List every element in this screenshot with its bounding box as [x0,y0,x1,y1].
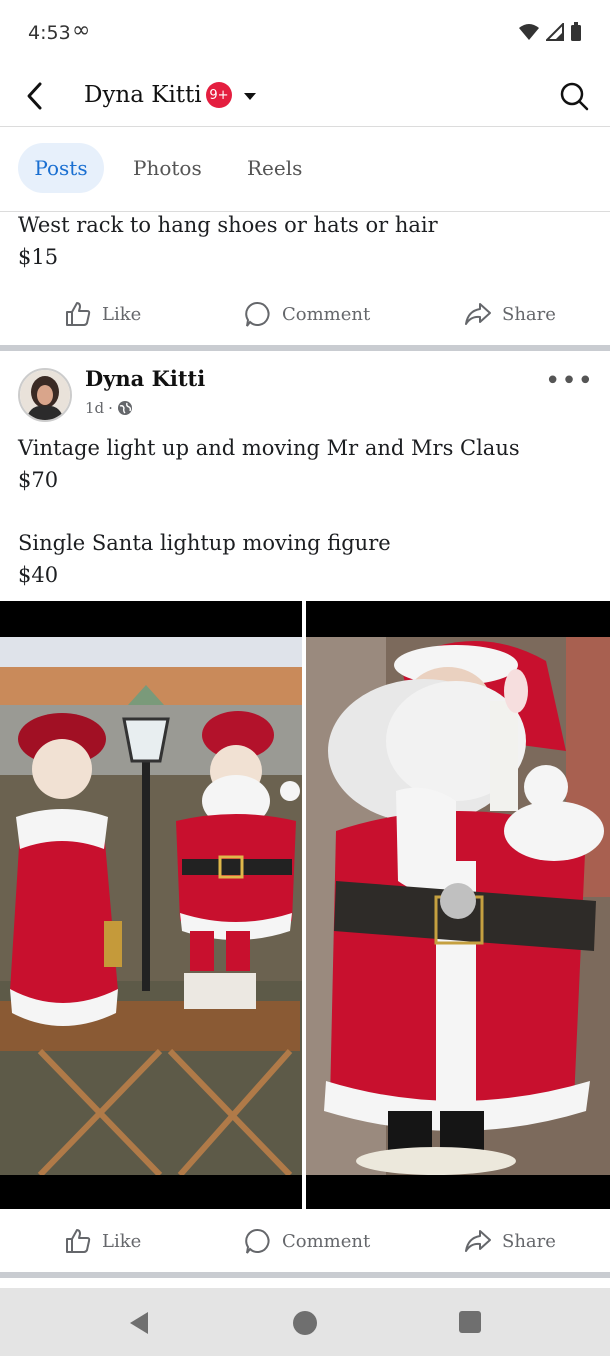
post1-share-button[interactable]: Share [464,284,556,344]
search-icon[interactable] [558,80,590,112]
like-label: Like [102,1230,142,1252]
globe-icon [117,401,132,415]
wifi-icon [519,24,539,40]
share-icon [465,1230,491,1252]
post2-like-button[interactable]: Like [64,1211,141,1271]
share-icon [465,303,491,325]
more-icon[interactable]: ••• [545,366,594,396]
status-icons [518,22,582,42]
comment-label: Comment [282,303,371,325]
post2-price2: $40 [18,563,59,587]
post-photo-single-santa[interactable] [306,601,610,1209]
notification-badge: 9+ [206,82,232,108]
battery-icon [571,22,581,41]
post2-comment-button[interactable]: Comment [244,1211,370,1271]
post1-actions: Like Comment Share [0,284,610,344]
share-label: Share [502,303,556,325]
page-title[interactable]: Dyna Kitti [84,82,202,108]
signal-icon [546,23,564,41]
meta-separator: · [108,399,113,417]
like-icon [66,1229,91,1253]
back-arrow-icon[interactable] [20,80,52,112]
post-photo-claus-couple[interactable] [0,601,302,1209]
post-divider [0,345,610,351]
share-label: Share [502,1230,556,1252]
post1-comment-button[interactable]: Comment [244,284,370,344]
profile-tabs: Posts Photos Reels [0,127,610,212]
nav-home-icon[interactable] [292,1310,318,1336]
post1-price: $15 [18,245,59,269]
tab-photos[interactable]: Photos [133,143,202,193]
post2-line3: Single Santa lightup moving figure [18,531,391,555]
post2-line1: Vintage light up and moving Mr and Mrs C… [18,436,520,460]
status-time: 4:53 [28,22,71,44]
post-author[interactable]: Dyna Kitti [85,366,205,391]
tab-posts[interactable]: Posts [18,143,104,193]
system-nav-bar [0,1288,610,1356]
post1-text-line1: West rack to hang shoes or hats or hair [18,213,438,237]
comment-label: Comment [282,1230,371,1252]
post2-share-button[interactable]: Share [464,1211,556,1271]
infinity-icon: ∞ [72,18,91,43]
post-meta: 1d · [85,399,133,417]
caret-down-icon[interactable] [242,88,258,104]
page-header: Dyna Kitti 9+ [0,68,610,127]
like-label: Like [102,303,142,325]
post-divider [0,1272,610,1278]
avatar[interactable] [18,368,72,422]
post1-like-button[interactable]: Like [64,284,141,344]
status-bar: 4:53 ∞ [0,0,610,68]
post-time[interactable]: 1d [85,399,104,417]
like-icon [66,302,91,326]
nav-back-icon[interactable] [126,1310,152,1336]
nav-recents-icon[interactable] [458,1310,482,1334]
post2-price1: $70 [18,468,59,492]
comment-icon [245,301,270,327]
comment-icon [245,1228,270,1254]
avatar-image [20,370,70,420]
post2-actions: Like Comment Share [0,1211,610,1271]
tab-reels[interactable]: Reels [247,143,302,193]
